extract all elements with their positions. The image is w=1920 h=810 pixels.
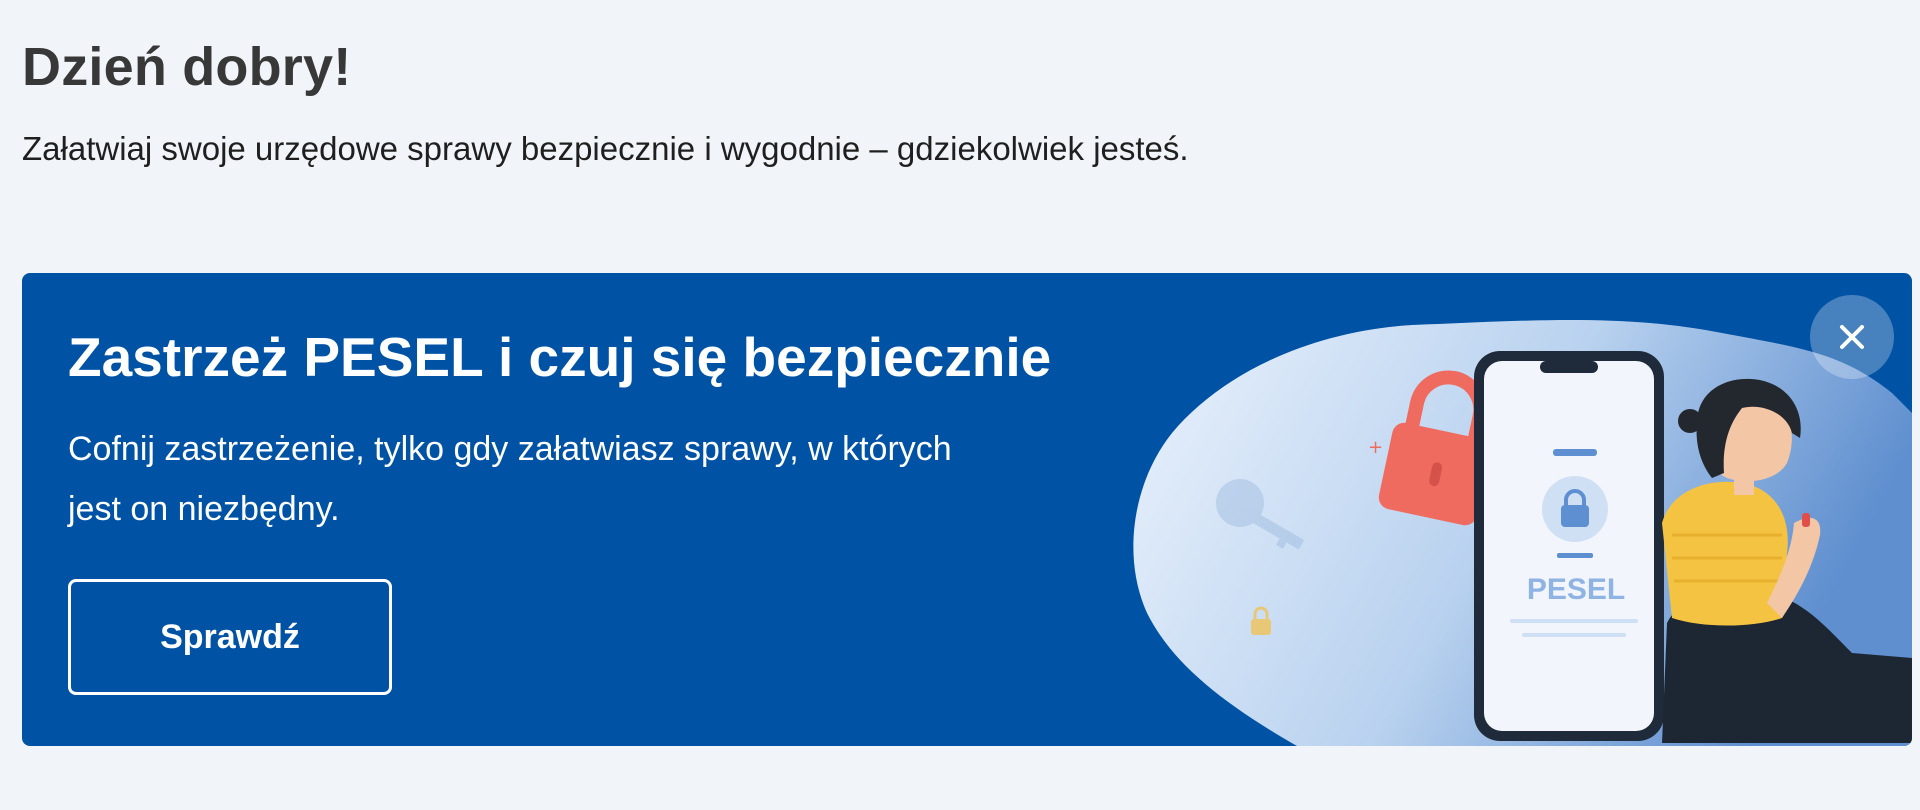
pesel-banner: + + Zastrzeż PESEL i czuj się bezpieczni… bbox=[22, 273, 1912, 746]
page-subtitle: Załatwiaj swoje urzędowe sprawy bezpiecz… bbox=[22, 130, 1189, 167]
banner-title: Zastrzeż PESEL i czuj się bezpiecznie bbox=[68, 326, 1052, 388]
banner-description: Cofnij zastrzeżenie, tylko gdy załatwias… bbox=[68, 430, 952, 528]
svg-text:+: + bbox=[1368, 437, 1383, 458]
phone-illustration bbox=[1474, 351, 1664, 741]
check-button[interactable]: Sprawdź bbox=[68, 579, 392, 695]
svg-text:+: + bbox=[1390, 486, 1402, 502]
page-title: Dzień dobry! bbox=[22, 37, 352, 97]
phone-pesel-label: PESEL bbox=[1526, 573, 1626, 606]
close-icon bbox=[1840, 325, 1864, 349]
close-banner-button[interactable] bbox=[1810, 295, 1894, 379]
